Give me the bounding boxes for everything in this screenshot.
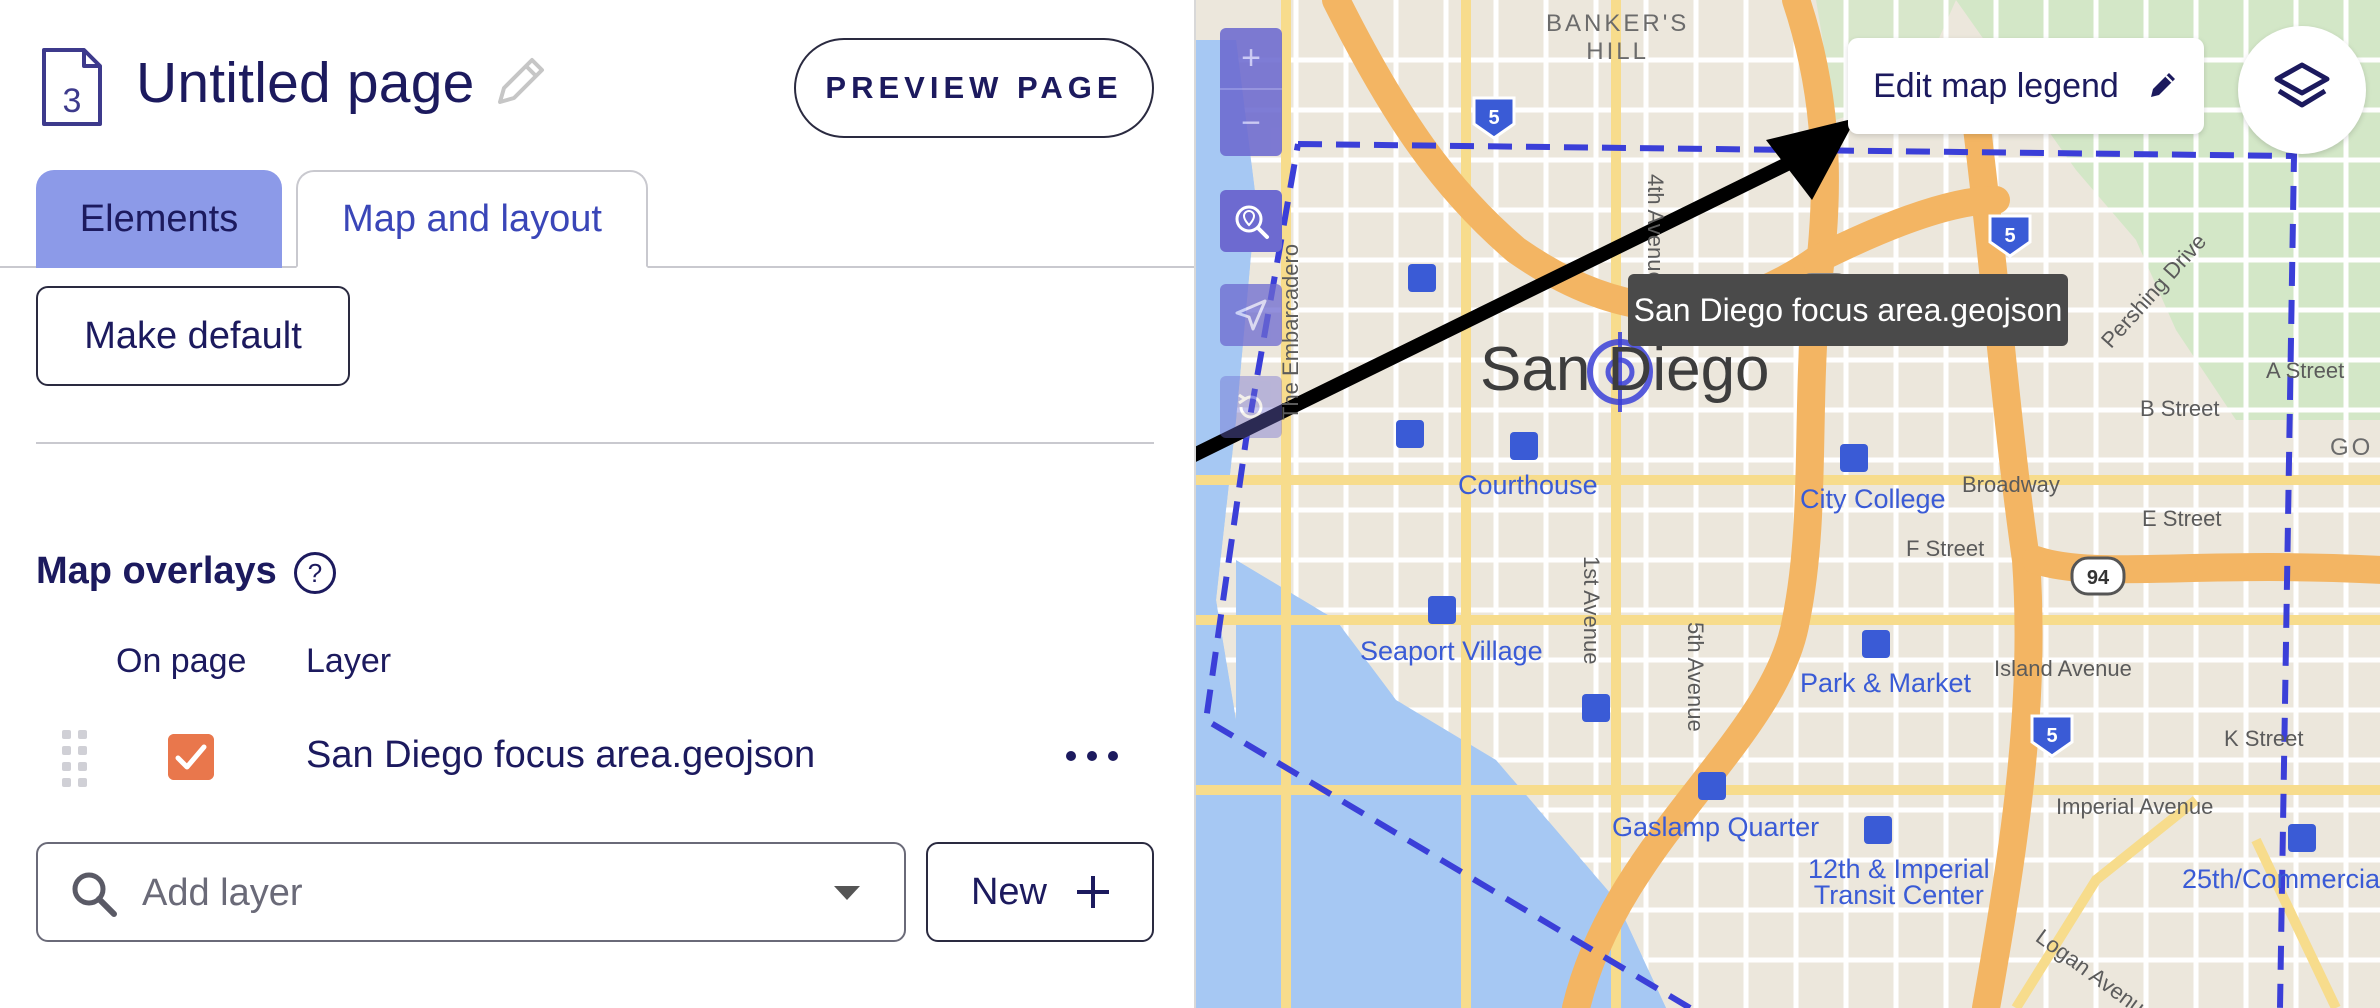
tab-map-and-layout[interactable]: Map and layout <box>296 170 648 268</box>
map-label-courthouse: Courthouse <box>1458 470 1598 500</box>
map-label-k-street: K Street <box>2224 726 2304 751</box>
new-layer-button[interactable]: New <box>926 842 1154 942</box>
map-label-commercial: 25th/Commercia <box>2182 864 2380 894</box>
more-options-icon[interactable] <box>1066 736 1118 776</box>
map-label-imperial-avenue: Imperial Avenue <box>2056 794 2214 819</box>
reset-icon <box>1238 393 1263 419</box>
edit-map-legend-label: Edit map legend <box>1873 66 2119 105</box>
hwy-5-shield-3: 5 <box>2046 725 2057 747</box>
column-header-layer: Layer <box>306 642 392 680</box>
pencil-icon <box>2150 73 2175 97</box>
edit-map-legend-button[interactable]: Edit map legend <box>1848 38 2204 134</box>
help-icon[interactable]: ? <box>294 552 336 594</box>
preview-page-button[interactable]: PREVIEW PAGE <box>794 38 1154 138</box>
reset-view-button[interactable] <box>1220 376 1282 438</box>
zoom-in-button[interactable]: + <box>1220 28 1282 90</box>
map-label-1st-avenue: 1st Avenue <box>1579 556 1604 665</box>
hwy-5-shield: 5 <box>1488 107 1499 129</box>
layers-button[interactable] <box>2238 26 2366 154</box>
map-label-b-street: B Street <box>2140 396 2220 421</box>
map-label-bankers-hill: BANKER'S HILL <box>1546 10 1689 66</box>
map-label-island-avenue: Island Avenue <box>1994 656 2132 681</box>
map-label-5th-avenue: 5th Avenue <box>1683 622 1708 732</box>
pencil-icon[interactable] <box>486 50 552 116</box>
locate-button[interactable] <box>1220 284 1282 346</box>
page-icon: 3 <box>42 48 102 126</box>
editor-panel: 3 Untitled page PREVIEW PAGE Elements Ma… <box>0 0 1194 1008</box>
chevron-down-icon[interactable] <box>834 886 860 900</box>
search-icon <box>72 872 117 917</box>
plus-icon <box>1077 876 1110 908</box>
map-label-transit-center: 12th & Imperial Transit Center <box>1808 854 1990 910</box>
map-label-city-college: City College <box>1800 484 1946 514</box>
page-number: 3 <box>63 82 82 120</box>
layers-icon <box>2274 62 2330 108</box>
map-search-button[interactable] <box>1220 190 1282 252</box>
map-label-park-market: Park & Market <box>1800 668 1972 698</box>
layer-name[interactable]: San Diego focus area.geojson <box>306 734 815 777</box>
hwy-94-shield: 94 <box>2087 567 2110 589</box>
map-label-seaport-village: Seaport Village <box>1360 636 1543 666</box>
map-label-bankers-hill-text: BANKER'S HILL <box>1546 10 1690 65</box>
layer-tooltip: San Diego focus area.geojson <box>1628 274 2068 346</box>
drag-handle-icon[interactable] <box>60 728 90 790</box>
map-label-broadway: Broadway <box>1962 472 2060 497</box>
section-divider <box>36 442 1154 444</box>
map-label-go: GO <box>2330 434 2374 461</box>
navigation-arrow-icon <box>1235 299 1267 331</box>
zoom-out-button[interactable]: − <box>1220 92 1282 154</box>
add-layer-combobox[interactable] <box>36 842 906 942</box>
new-layer-label: New <box>970 870 1048 913</box>
column-header-on-page: On page <box>116 642 247 680</box>
map-label-4th-avenue: 4th Avenue <box>1643 174 1668 284</box>
hwy-5-shield-2: 5 <box>2004 225 2015 247</box>
map-base: 5 5 5 94 163 <box>1196 0 2380 1008</box>
on-page-checkbox[interactable] <box>168 734 214 780</box>
zoom-control: + − <box>1220 28 1282 156</box>
map-overlays-heading: Map overlays <box>36 550 277 592</box>
map-label-f-street: F Street <box>1906 536 1985 561</box>
make-default-button[interactable]: Make default <box>36 286 350 386</box>
map-label-a-street: A Street <box>2266 358 2345 383</box>
page-title: Untitled page <box>136 51 475 115</box>
map-label-gaslamp: Gaslamp Quarter <box>1612 812 1820 842</box>
map-label-e-street: E Street <box>2142 506 2222 531</box>
add-layer-input[interactable] <box>142 858 822 928</box>
tab-elements[interactable]: Elements <box>36 170 282 268</box>
map-canvas[interactable]: 5 5 5 94 163 <box>1194 0 2380 1008</box>
map-search-icon <box>1235 205 1269 239</box>
